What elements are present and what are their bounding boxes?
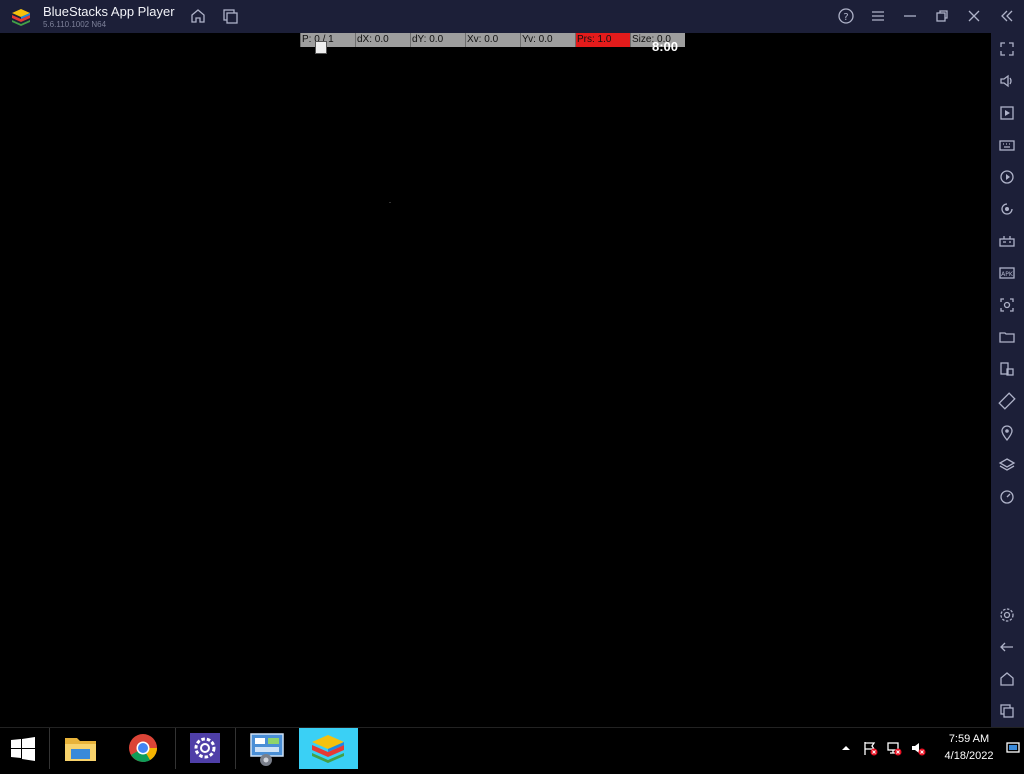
svg-text:?: ?	[843, 12, 848, 23]
collapse-sidebar-icon[interactable]	[998, 7, 1016, 25]
fullscreen-icon[interactable]	[998, 40, 1016, 58]
network-icon[interactable]	[886, 740, 902, 756]
taskbar-divider	[175, 728, 176, 769]
help-icon[interactable]: ?	[837, 7, 855, 25]
velocity-y: Yv: 0.0	[520, 33, 575, 47]
pointer-location-overlay: P: 0 / 1 dX: 0.0 dY: 0.0 Xv: 0.0 Yv: 0.0…	[300, 33, 685, 47]
taskbar-clock-time[interactable]: 7:59 AM	[940, 733, 998, 745]
volume-icon[interactable]	[998, 72, 1016, 90]
taskbar-divider	[49, 728, 50, 769]
install-apk-icon[interactable]: APK	[998, 264, 1016, 282]
volume-muted-icon[interactable]	[910, 740, 926, 756]
close-icon[interactable]	[965, 7, 983, 25]
multi-instance-icon[interactable]	[998, 360, 1016, 378]
media-folder-icon[interactable]	[998, 328, 1016, 346]
version-label: 5.6.110.1002 N64	[43, 20, 107, 29]
taskbar-divider	[235, 728, 236, 769]
delta-y: dY: 0.0	[410, 33, 465, 47]
action-center-flag-icon[interactable]	[862, 740, 878, 756]
touch-point	[389, 202, 391, 203]
layers-icon[interactable]	[998, 456, 1016, 474]
restore-icon[interactable]	[933, 7, 951, 25]
control-panel-icon[interactable]	[242, 728, 292, 769]
svg-text:APK: APK	[1001, 271, 1014, 278]
taskbar-clock-date[interactable]: 4/18/2022	[940, 750, 998, 762]
status-time: 8:00	[652, 39, 679, 54]
location-icon[interactable]	[998, 424, 1016, 442]
delta-x: dX: 0.0	[355, 33, 410, 47]
show-hidden-icons-icon[interactable]	[840, 740, 852, 756]
pointer-count: P: 0 / 1	[300, 33, 355, 47]
right-sidebar: APK	[991, 33, 1024, 727]
macro-icon[interactable]	[998, 168, 1016, 186]
keyboard-controls-icon[interactable]	[998, 136, 1016, 154]
pointer-cursor-icon	[315, 41, 327, 54]
android-screen[interactable]	[0, 33, 991, 727]
notification-icon[interactable]	[1005, 740, 1021, 756]
chrome-icon[interactable]	[118, 728, 168, 769]
sync-icon[interactable]	[998, 200, 1016, 218]
gamepad-icon[interactable]	[998, 232, 1016, 250]
settings-icon[interactable]	[998, 606, 1016, 624]
bluestacks-taskbar-icon[interactable]	[299, 728, 358, 769]
file-explorer-icon[interactable]	[58, 728, 103, 769]
settings-app-icon[interactable]	[184, 728, 226, 769]
recent-apps-icon[interactable]	[998, 702, 1016, 720]
android-home-icon[interactable]	[998, 670, 1016, 688]
bluestacks-logo-icon	[12, 9, 30, 26]
window-title: BlueStacks App Player	[43, 4, 175, 19]
play-store-icon[interactable]	[998, 104, 1016, 122]
back-icon[interactable]	[998, 638, 1016, 656]
velocity-x: Xv: 0.0	[465, 33, 520, 47]
minimize-icon[interactable]	[901, 7, 919, 25]
windows-taskbar: 7:59 AM 4/18/2022	[0, 727, 1024, 769]
multi-instance-icon[interactable]	[221, 7, 239, 25]
pressure: Prs: 1.0	[575, 33, 630, 47]
eco-mode-icon[interactable]	[998, 488, 1016, 506]
screenshot-icon[interactable]	[998, 296, 1016, 314]
title-bar: BlueStacks App Player 5.6.110.1002 N64 ?	[0, 0, 1024, 33]
home-icon[interactable]	[189, 7, 207, 25]
windows-start-icon[interactable]	[9, 736, 37, 762]
rotate-icon[interactable]	[998, 392, 1016, 410]
menu-icon[interactable]	[869, 7, 887, 25]
